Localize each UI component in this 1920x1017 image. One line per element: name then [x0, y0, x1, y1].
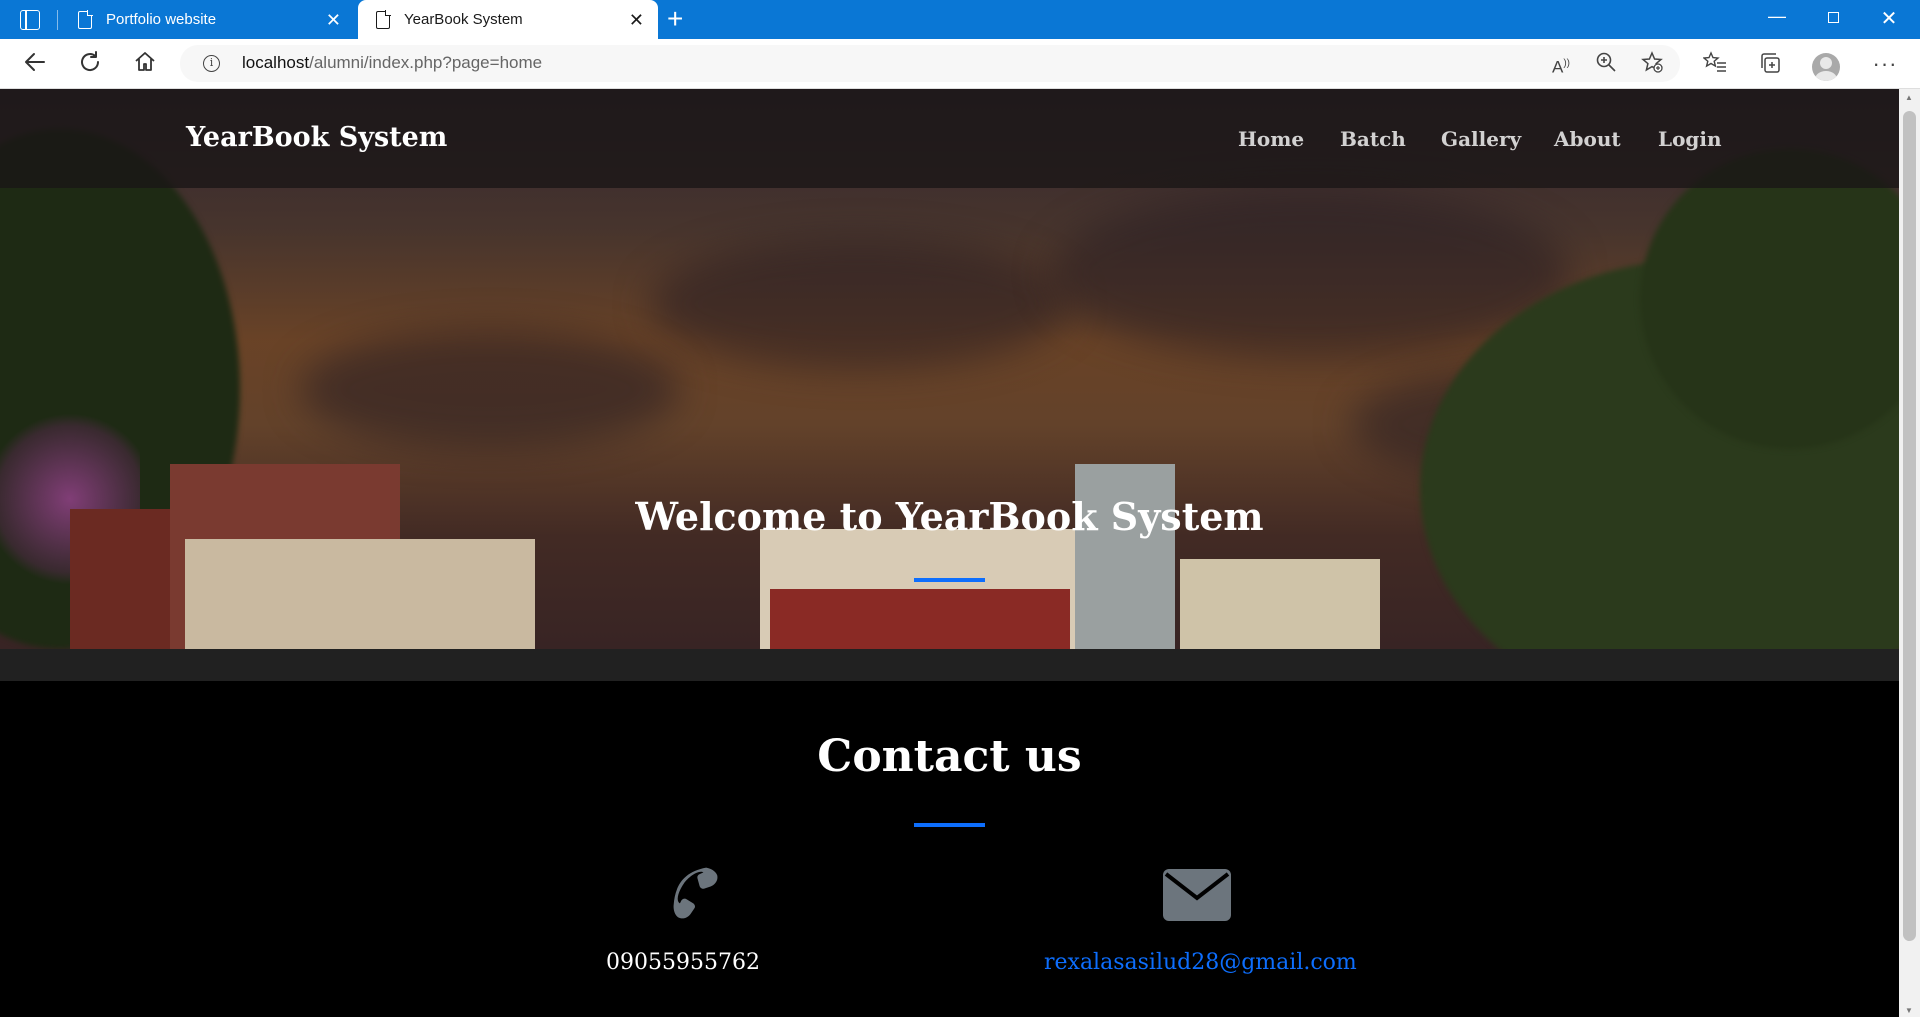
- restore-button[interactable]: [1810, 6, 1856, 28]
- contact-title: Contact us: [817, 731, 1082, 782]
- site-navbar: YearBook System Home Batch Gallery About…: [0, 89, 1899, 188]
- collections-icon[interactable]: [1755, 51, 1785, 82]
- minimize-button[interactable]: —: [1754, 6, 1800, 27]
- info-icon[interactable]: i: [203, 55, 220, 72]
- scroll-up-icon[interactable]: ▲: [1905, 93, 1913, 102]
- nav-link-about[interactable]: About: [1554, 127, 1621, 151]
- add-favorite-icon[interactable]: [1637, 51, 1667, 80]
- cloud-shape: [300, 329, 680, 449]
- page-scrollbar[interactable]: ▲ ▼: [1899, 89, 1920, 1017]
- url-host: localhost: [242, 53, 310, 72]
- tab-portfolio-website[interactable]: Portfolio website ✕: [60, 0, 355, 39]
- reload-icon: [81, 51, 100, 71]
- hero-divider: [914, 578, 985, 582]
- reload-button[interactable]: [75, 49, 105, 79]
- favorites-icon[interactable]: [1700, 51, 1730, 80]
- tab-title: YearBook System: [404, 11, 523, 28]
- building-shape: [1180, 559, 1380, 649]
- zoom-icon[interactable]: [1591, 51, 1621, 80]
- home-icon: [135, 52, 155, 71]
- building-shape: [185, 539, 535, 649]
- page-icon: [78, 10, 93, 29]
- read-aloud-icon[interactable]: A)): [1546, 51, 1576, 81]
- phone-icon: [673, 867, 718, 919]
- nav-link-gallery[interactable]: Gallery: [1441, 127, 1521, 151]
- site-brand[interactable]: YearBook System: [186, 122, 447, 153]
- scroll-thumb[interactable]: [1903, 111, 1916, 941]
- building-shape: [1075, 464, 1175, 649]
- arrow-left-icon: [25, 53, 45, 71]
- url-path: /alumni/index.php?page=home: [309, 53, 543, 72]
- scroll-down-icon[interactable]: ▼: [1905, 1006, 1913, 1015]
- divider: [57, 10, 58, 30]
- nav-link-login[interactable]: Login: [1658, 127, 1722, 151]
- page-icon: [376, 10, 391, 29]
- nav-link-home[interactable]: Home: [1238, 127, 1304, 151]
- sidebar-toggle-icon[interactable]: [20, 10, 40, 30]
- contact-email-link[interactable]: rexalasasilud28@gmail.com: [1044, 950, 1357, 975]
- new-tab-button[interactable]: +: [667, 4, 683, 34]
- more-menu-icon[interactable]: ···: [1870, 51, 1900, 77]
- contact-divider: [914, 823, 985, 827]
- tab-yearbook-system[interactable]: YearBook System ✕: [358, 0, 658, 39]
- address-bar: i localhost/alumni/index.php?page=home A…: [0, 39, 1920, 89]
- close-icon[interactable]: ✕: [326, 11, 341, 29]
- building-shape: [770, 589, 1070, 649]
- tab-title: Portfolio website: [106, 11, 217, 28]
- back-button[interactable]: [20, 49, 50, 79]
- page-viewport: YearBook System Home Batch Gallery About…: [0, 89, 1899, 1017]
- nav-link-batch[interactable]: Batch: [1340, 127, 1406, 151]
- url-field[interactable]: i localhost/alumni/index.php?page=home: [180, 45, 1680, 82]
- envelope-icon: [1163, 869, 1231, 921]
- cloud-shape: [650, 239, 1070, 369]
- home-button[interactable]: [130, 49, 160, 79]
- contact-phone: 09055955762: [606, 950, 760, 975]
- profile-avatar[interactable]: [1812, 53, 1840, 81]
- close-icon[interactable]: ✕: [629, 11, 644, 29]
- hero-title: Welcome to YearBook System: [635, 494, 1264, 539]
- contact-section: Contact us 09055955762 rexalasasilud28@g…: [0, 681, 1899, 1017]
- hero-section: YearBook System Home Batch Gallery About…: [0, 89, 1899, 649]
- section-separator: [0, 649, 1899, 681]
- close-window-button[interactable]: ✕: [1866, 6, 1912, 31]
- browser-titlebar: Portfolio website ✕ YearBook System ✕ + …: [0, 0, 1920, 39]
- url-text: localhost/alumni/index.php?page=home: [242, 53, 542, 73]
